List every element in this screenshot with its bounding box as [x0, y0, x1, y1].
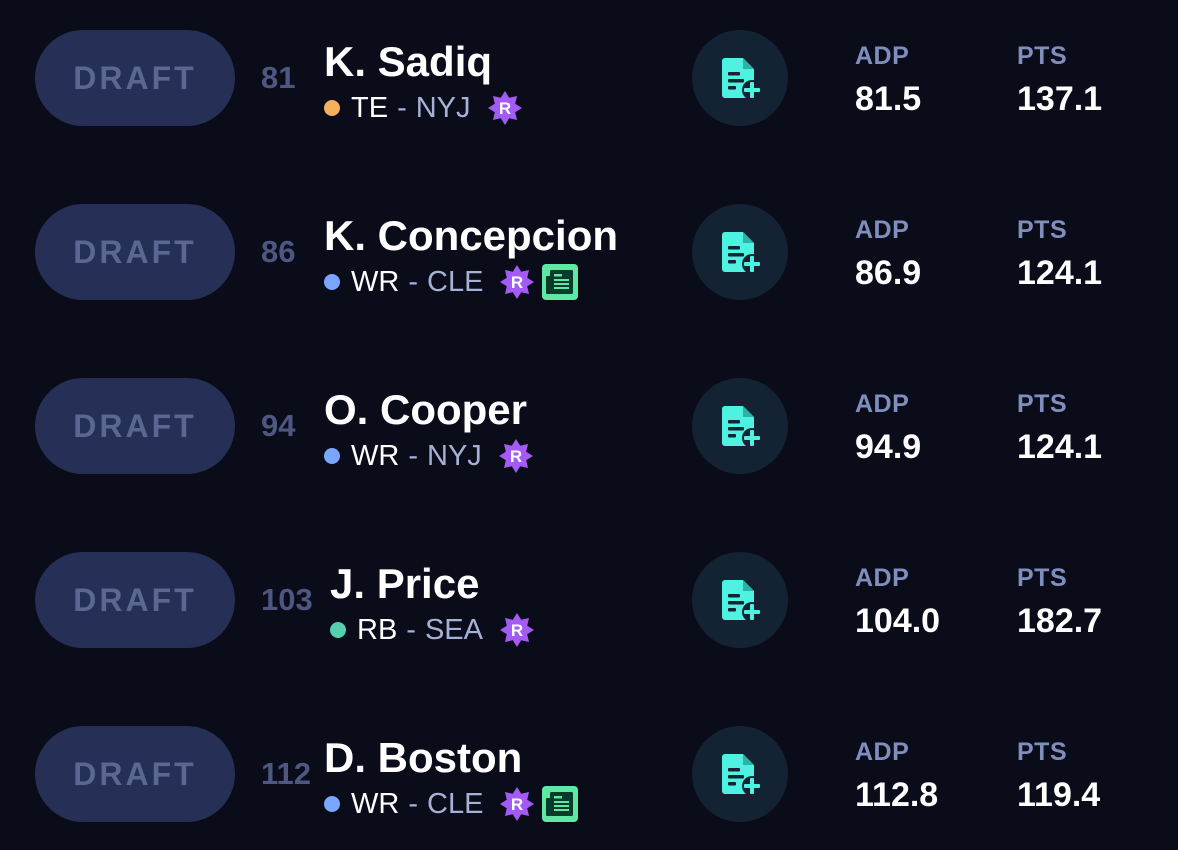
- player-row: DRAFT 86 K. Concepcion WR - CLE R ADP 86…: [0, 174, 1178, 348]
- player-rank: 81: [261, 60, 296, 95]
- player-row: DRAFT 112 D. Boston WR - CLE R ADP 112.8…: [0, 696, 1178, 850]
- player-meta: WR - NYJ R: [324, 438, 534, 474]
- player-meta: RB - SEA R: [330, 612, 535, 648]
- svg-text:R: R: [511, 621, 523, 640]
- position-dot: [324, 274, 340, 290]
- player-row: DRAFT 81 K. Sadiq TE - NYJ R ADP 81.5 PT…: [0, 0, 1178, 174]
- rookie-badge-icon: R: [487, 90, 523, 126]
- position-dot: [324, 448, 340, 464]
- pts-label: PTS: [1017, 390, 1068, 418]
- player-name[interactable]: K. Concepcion: [324, 212, 618, 260]
- pts-label: PTS: [1017, 216, 1068, 244]
- draft-button[interactable]: DRAFT: [35, 552, 235, 648]
- player-name[interactable]: K. Sadiq: [324, 38, 492, 86]
- adp-label: ADP: [855, 42, 910, 70]
- rookie-badge-icon: R: [498, 438, 534, 474]
- add-note-button[interactable]: [692, 726, 788, 822]
- player-meta: TE - NYJ R: [324, 90, 523, 126]
- position-dot: [324, 100, 340, 116]
- svg-text:R: R: [498, 99, 510, 118]
- svg-text:R: R: [511, 273, 523, 292]
- player-rank: 94: [261, 408, 296, 443]
- pts-label: PTS: [1017, 42, 1068, 70]
- add-note-button[interactable]: [692, 378, 788, 474]
- position-dot: [330, 622, 346, 638]
- player-position: WR: [351, 787, 400, 820]
- player-team: CLE: [427, 265, 484, 298]
- player-meta: WR - CLE R: [324, 786, 579, 822]
- player-team: CLE: [427, 787, 484, 820]
- position-team-separator: -: [406, 613, 416, 646]
- player-position: WR: [351, 439, 400, 472]
- player-list: DRAFT 81 K. Sadiq TE - NYJ R ADP 81.5 PT…: [0, 0, 1178, 850]
- position-team-separator: -: [408, 787, 418, 820]
- player-position: RB: [357, 613, 398, 646]
- add-note-button[interactable]: [692, 204, 788, 300]
- add-note-icon: [722, 754, 762, 796]
- pts-value: 119.4: [1017, 776, 1101, 814]
- player-name[interactable]: J. Price: [330, 560, 479, 608]
- player-team: NYJ: [415, 91, 471, 124]
- adp-value: 112.8: [855, 776, 939, 814]
- draft-button[interactable]: DRAFT: [35, 726, 235, 822]
- svg-text:R: R: [511, 795, 523, 814]
- add-note-button[interactable]: [692, 552, 788, 648]
- position-team-separator: -: [408, 265, 418, 298]
- player-rank: 103: [261, 582, 313, 617]
- position-team-separator: -: [408, 439, 418, 472]
- rookie-badge-icon: R: [499, 264, 535, 300]
- player-rank: 112: [261, 756, 312, 791]
- adp-label: ADP: [855, 564, 910, 592]
- news-icon[interactable]: [541, 263, 579, 301]
- adp-value: 81.5: [855, 80, 922, 118]
- pts-value: 182.7: [1017, 602, 1103, 640]
- player-row: DRAFT 94 O. Cooper WR - NYJ R ADP 94.9 P…: [0, 348, 1178, 522]
- draft-button[interactable]: DRAFT: [35, 204, 235, 300]
- player-row: DRAFT 103 J. Price RB - SEA R ADP 104.0 …: [0, 522, 1178, 696]
- rookie-badge-icon: R: [499, 612, 535, 648]
- pts-label: PTS: [1017, 564, 1068, 592]
- player-position: TE: [351, 91, 389, 124]
- player-meta: WR - CLE R: [324, 264, 579, 300]
- adp-value: 94.9: [855, 428, 922, 466]
- pts-value: 137.1: [1017, 80, 1103, 118]
- player-team: SEA: [424, 613, 483, 646]
- add-note-icon: [722, 406, 762, 448]
- adp-value: 86.9: [855, 254, 922, 292]
- position-team-separator: -: [397, 91, 407, 124]
- adp-label: ADP: [855, 216, 910, 244]
- add-note-button[interactable]: [692, 30, 788, 126]
- player-name[interactable]: O. Cooper: [324, 386, 527, 434]
- adp-label: ADP: [855, 738, 910, 766]
- add-note-icon: [722, 58, 762, 100]
- svg-text:R: R: [510, 447, 522, 466]
- add-note-icon: [722, 580, 762, 622]
- adp-label: ADP: [855, 390, 910, 418]
- rookie-badge-icon: R: [499, 786, 535, 822]
- pts-label: PTS: [1017, 738, 1068, 766]
- player-rank: 86: [261, 234, 296, 269]
- news-icon[interactable]: [541, 785, 579, 823]
- adp-value: 104.0: [855, 602, 941, 640]
- pts-value: 124.1: [1017, 254, 1103, 292]
- player-team: NYJ: [427, 439, 482, 472]
- draft-button[interactable]: DRAFT: [35, 378, 235, 474]
- add-note-icon: [722, 232, 762, 274]
- player-position: WR: [351, 265, 400, 298]
- player-name[interactable]: D. Boston: [324, 734, 522, 782]
- pts-value: 124.1: [1017, 428, 1103, 466]
- draft-button[interactable]: DRAFT: [35, 30, 235, 126]
- position-dot: [324, 796, 340, 812]
